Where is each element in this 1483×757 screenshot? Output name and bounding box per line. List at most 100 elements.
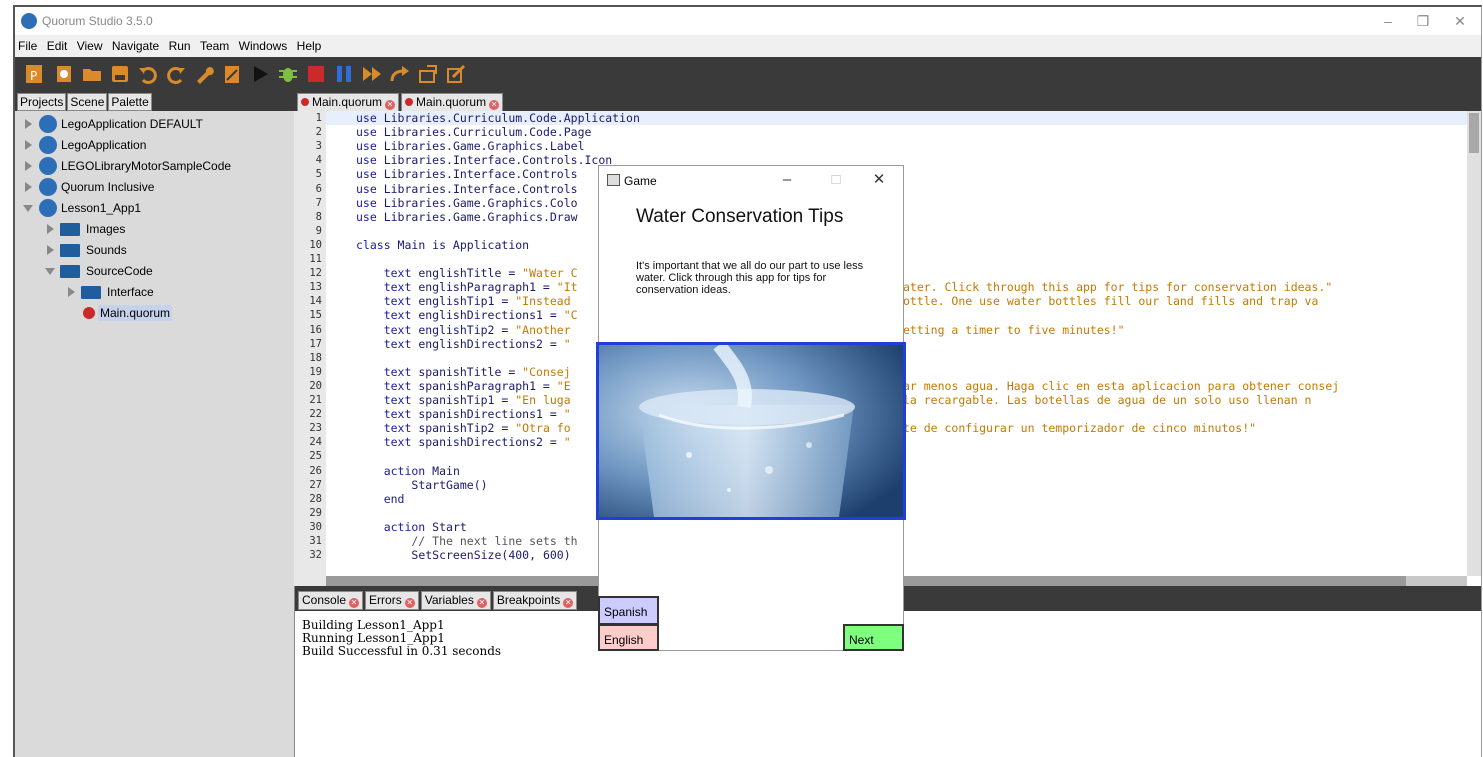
- stop-icon[interactable]: [305, 63, 327, 85]
- minimize-button[interactable]: –: [1375, 11, 1401, 31]
- tree-item-legoapplication-default[interactable]: LegoApplication DEFAULT: [15, 114, 294, 134]
- tree-item-images[interactable]: Images: [15, 219, 294, 239]
- code-line[interactable]: action Start: [356, 520, 467, 534]
- code-line[interactable]: use Libraries.Game.Graphics.Label: [356, 139, 585, 153]
- console-line: Running Lesson1_App1: [302, 631, 445, 645]
- tree-item-legoapplication[interactable]: LegoApplication: [15, 135, 294, 155]
- step-into-icon[interactable]: [389, 63, 411, 85]
- tab-palette[interactable]: Palette: [108, 93, 152, 111]
- console-line: Build Successful in 0.31 seconds: [302, 644, 502, 658]
- step-out-icon[interactable]: [417, 63, 439, 85]
- game-minimize-button[interactable]: –: [775, 170, 799, 190]
- tree-item-quorum-inclusive[interactable]: Quorum Inclusive: [15, 177, 294, 197]
- game-close-button[interactable]: ✕: [867, 170, 891, 190]
- scroll-thumb[interactable]: [1469, 113, 1479, 153]
- run-icon[interactable]: [249, 63, 271, 85]
- tree-item-legolibrarymotorsamplecode[interactable]: LEGOLibraryMotorSampleCode: [15, 156, 294, 176]
- tab-projects[interactable]: Projects: [17, 93, 67, 111]
- code-line[interactable]: text spanishDirections2 = ": [356, 435, 571, 449]
- build-icon[interactable]: [193, 63, 215, 85]
- console-line: Building Lesson1_App1: [302, 618, 445, 632]
- open-folder-icon[interactable]: [81, 63, 103, 85]
- line-number: 11: [309, 253, 322, 265]
- code-line[interactable]: use Libraries.Game.Graphics.Draw: [356, 210, 578, 224]
- close-tab-icon[interactable]: ✕: [476, 598, 487, 608]
- code-line[interactable]: StartGame(): [356, 478, 487, 492]
- tree-item-sourcecode[interactable]: SourceCode: [15, 261, 294, 281]
- redo-icon[interactable]: [165, 63, 187, 85]
- folder-icon: [81, 286, 101, 299]
- expand-arrow-icon[interactable]: [25, 119, 32, 129]
- undo-icon[interactable]: [137, 63, 159, 85]
- tab-errors[interactable]: Errors ✕: [365, 591, 419, 610]
- code-line[interactable]: end: [356, 492, 405, 506]
- expand-arrow-icon[interactable]: [47, 245, 54, 255]
- menu-file[interactable]: File: [15, 35, 40, 53]
- run-to-cursor-icon[interactable]: [445, 63, 467, 85]
- menu-edit[interactable]: Edit: [44, 35, 71, 53]
- collapse-arrow-icon[interactable]: [45, 268, 55, 275]
- water-glass-illustration: [599, 345, 903, 517]
- menu-run[interactable]: Run: [166, 35, 194, 53]
- tab-main-quorum-2[interactable]: Main.quorum ✕: [401, 93, 504, 112]
- game-maximize-button[interactable]: □: [824, 170, 848, 190]
- code-line[interactable]: text spanishDirections1 = ": [356, 407, 571, 421]
- code-line[interactable]: text spanishTitle = "Consej: [356, 365, 571, 379]
- expand-arrow-icon[interactable]: [25, 140, 32, 150]
- tree-item-main-quorum[interactable]: Main.quorum: [15, 303, 294, 323]
- code-line[interactable]: text englishDirections1 = "C: [356, 308, 578, 322]
- line-number: 19: [309, 365, 322, 378]
- close-tab-icon[interactable]: ✕: [385, 100, 396, 110]
- tab-breakpoints[interactable]: Breakpoints ✕: [492, 591, 578, 610]
- expand-arrow-icon[interactable]: [47, 224, 54, 234]
- line-number: 4: [315, 154, 322, 167]
- code-line[interactable]: class Main is Application: [356, 238, 529, 252]
- pause-icon[interactable]: [333, 63, 355, 85]
- folder-icon: [60, 223, 80, 236]
- code-line[interactable]: text englishDirections2 = ": [356, 337, 571, 351]
- tab-variables[interactable]: Variables ✕: [420, 591, 491, 610]
- english-button[interactable]: English: [598, 624, 659, 651]
- step-over-icon[interactable]: [361, 63, 383, 85]
- menu-help[interactable]: Help: [294, 35, 325, 53]
- save-icon[interactable]: [109, 63, 131, 85]
- tree-item-interface[interactable]: Interface: [15, 282, 294, 302]
- collapse-arrow-icon[interactable]: [23, 205, 33, 212]
- code-line[interactable]: action Main: [356, 464, 460, 478]
- expand-arrow-icon[interactable]: [25, 161, 32, 171]
- code-line[interactable]: use Libraries.Game.Graphics.Colo: [356, 196, 578, 210]
- close-tab-icon[interactable]: ✕: [349, 598, 360, 608]
- close-tab-icon[interactable]: ✕: [489, 100, 500, 110]
- tab-main-quorum-1[interactable]: Main.quorum ✕: [297, 93, 400, 112]
- menu-windows[interactable]: Windows: [236, 35, 291, 53]
- expand-arrow-icon[interactable]: [25, 182, 32, 192]
- tab-console[interactable]: Console ✕: [298, 591, 364, 610]
- close-tab-icon[interactable]: ✕: [404, 598, 415, 608]
- project-icon[interactable]: P: [23, 63, 45, 85]
- spanish-button[interactable]: Spanish: [598, 596, 659, 625]
- menu-navigate[interactable]: Navigate: [109, 35, 162, 53]
- expand-arrow-icon[interactable]: [68, 287, 75, 297]
- tab-scene[interactable]: Scene: [67, 93, 108, 111]
- vertical-scrollbar[interactable]: [1467, 111, 1481, 576]
- menu-view[interactable]: View: [74, 35, 106, 53]
- clean-build-icon[interactable]: [221, 63, 243, 85]
- restore-button[interactable]: ❐: [1410, 11, 1436, 31]
- close-tab-icon[interactable]: ✕: [563, 598, 574, 608]
- code-line[interactable]: use Libraries.Interface.Controls: [356, 182, 578, 196]
- line-number: 18: [309, 351, 322, 364]
- code-line[interactable]: SetScreenSize(400, 600): [356, 548, 570, 562]
- code-line[interactable]: use Libraries.Interface.Controls: [356, 167, 578, 181]
- quorum-file-icon: [301, 98, 309, 106]
- menu-bar: File Edit View Navigate Run Team Windows…: [15, 35, 1481, 57]
- debug-icon[interactable]: [277, 63, 299, 85]
- close-button[interactable]: ✕: [1447, 11, 1473, 31]
- code-line[interactable]: use Libraries.Curriculum.Code.Page: [356, 125, 591, 139]
- tree-item-lesson1-app1[interactable]: Lesson1_App1: [15, 198, 294, 218]
- code-line[interactable]: use Libraries.Interface.Controls.Icon: [356, 153, 612, 167]
- code-line[interactable]: use Libraries.Curriculum.Code.Applicatio…: [356, 111, 640, 125]
- new-file-icon[interactable]: [53, 63, 75, 85]
- menu-team[interactable]: Team: [197, 35, 232, 53]
- next-button[interactable]: Next: [843, 624, 904, 651]
- tree-item-sounds[interactable]: Sounds: [15, 240, 294, 260]
